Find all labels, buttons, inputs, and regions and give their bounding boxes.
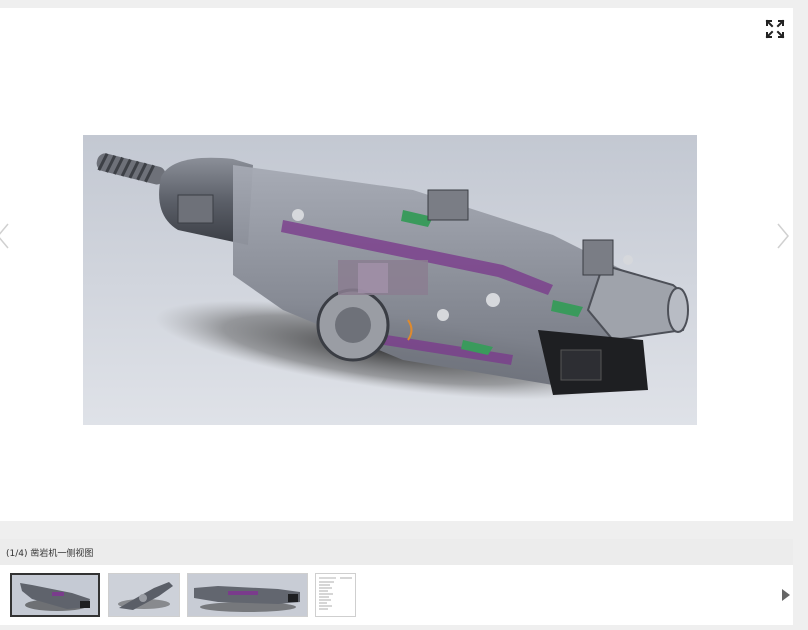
chevron-right-icon bbox=[777, 223, 789, 249]
thumbnail-strip bbox=[0, 565, 793, 625]
fullscreen-button[interactable] bbox=[764, 18, 786, 40]
next-image-button[interactable] bbox=[772, 218, 792, 254]
thumbnail-1-image bbox=[12, 575, 98, 615]
thumbnail-2[interactable] bbox=[108, 573, 180, 617]
thumbnail-1[interactable] bbox=[10, 573, 100, 617]
thumbnail-3-image bbox=[188, 574, 307, 616]
rock-drill-render bbox=[83, 135, 697, 425]
fullscreen-icon bbox=[765, 19, 785, 39]
image-viewer bbox=[0, 8, 793, 521]
thumbnail-next-button[interactable] bbox=[780, 587, 792, 603]
triangle-right-icon bbox=[782, 589, 790, 601]
chevron-left-icon bbox=[0, 223, 9, 249]
image-caption: (1/4) 凿岩机一侧视图 bbox=[6, 549, 94, 559]
caption-bar: (1/4) 凿岩机一侧视图 bbox=[0, 539, 793, 565]
image-gallery-page: (1/4) 凿岩机一侧视图 bbox=[0, 0, 808, 630]
thumbnail-2-image bbox=[109, 574, 179, 616]
thumbnail-3[interactable] bbox=[187, 573, 308, 617]
thumbnail-4[interactable] bbox=[315, 573, 356, 617]
main-image bbox=[83, 135, 697, 425]
previous-image-button[interactable] bbox=[0, 218, 14, 254]
thumbnail-4-image bbox=[316, 574, 355, 616]
